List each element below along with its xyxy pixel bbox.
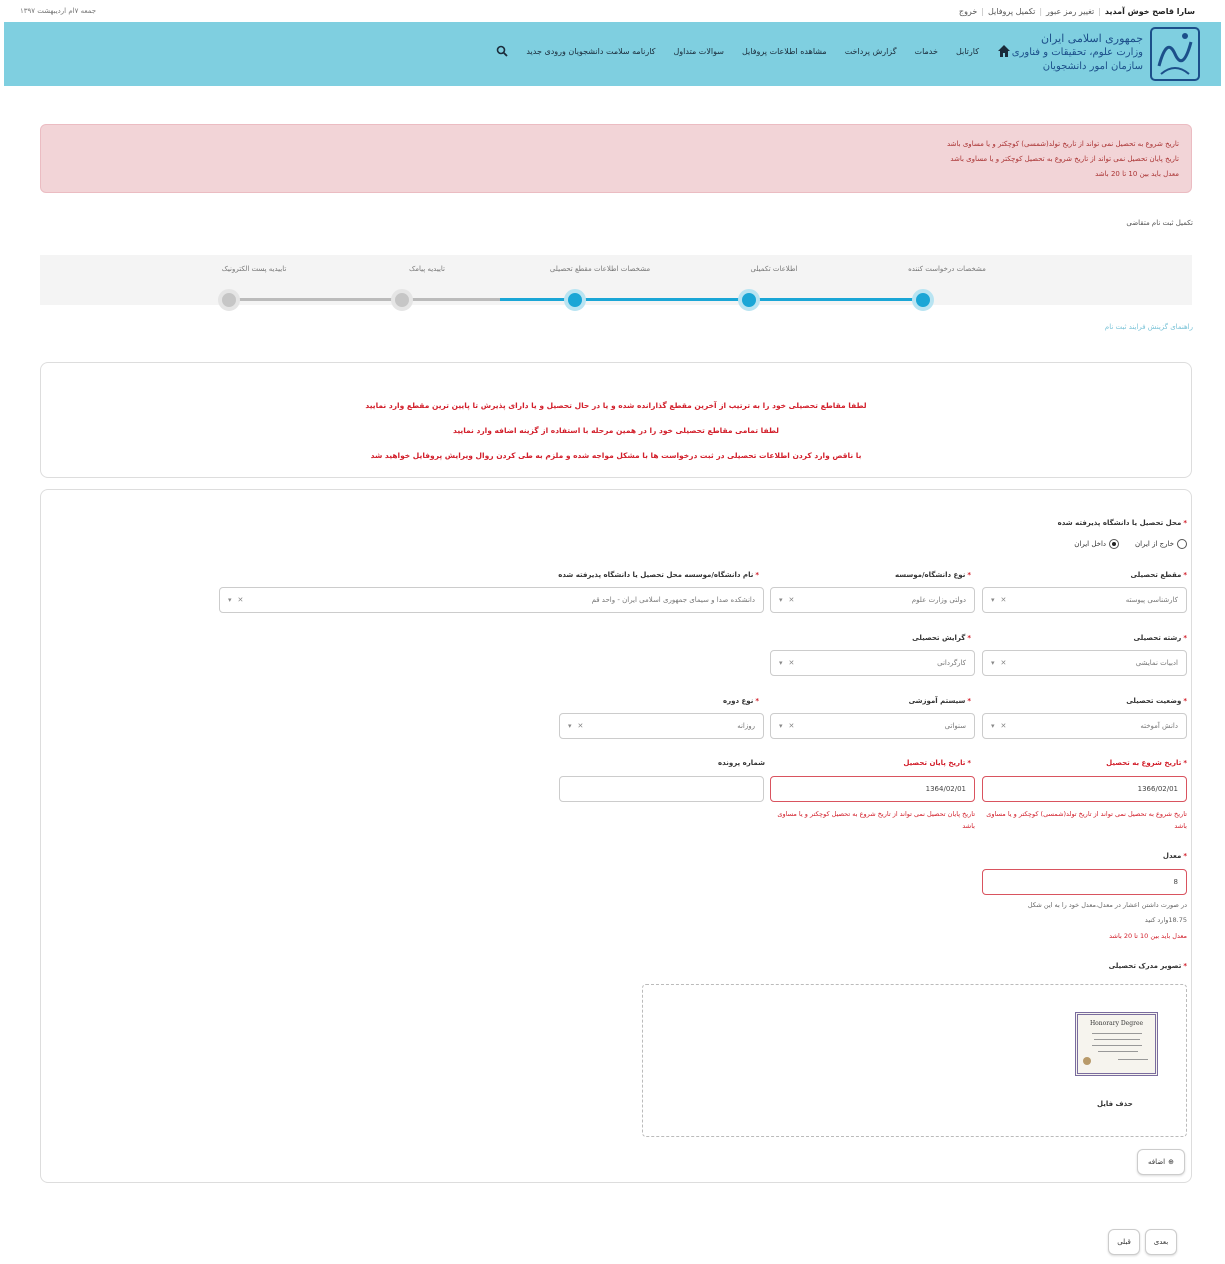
gpa-input[interactable]: 8 <box>982 869 1187 895</box>
radio-abroad[interactable]: خارج از ایران <box>1135 539 1187 549</box>
clear-icon: ✕ <box>577 722 584 730</box>
doc-image-label: *تصویر مدرک تحصیلی <box>1108 962 1187 970</box>
step-indicator-done <box>738 289 760 311</box>
clear-icon: ✕ <box>788 596 795 604</box>
dropdown-arrow-icon: ▾ <box>568 722 572 730</box>
nav-item-cartable[interactable]: کارتابل <box>956 47 979 56</box>
add-button[interactable]: ⊕ اضافه <box>1137 1149 1185 1175</box>
main-nav: کارتابل خدمات گزارش پرداخت مشاهده اطلاعا… <box>496 44 1011 58</box>
file-number-label: شماره پرونده <box>718 759 765 767</box>
end-date-input[interactable]: 1364/02/01 <box>770 776 975 802</box>
nav-item-faq[interactable]: سوالات متداول <box>673 47 724 56</box>
clear-icon: ✕ <box>1000 596 1007 604</box>
seal-icon <box>1083 1057 1091 1065</box>
degree-label: *مقطع تحصیلی <box>1130 571 1187 579</box>
dropdown-arrow-icon: ▾ <box>779 659 783 667</box>
step-label: مشخصات اطلاعات مقطع تحصیلی <box>549 265 651 273</box>
header: جمهوری اسلامی ایران وزارت علوم، تحقیقات … <box>4 22 1221 86</box>
page-title: تکمیل ثبت نام متقاضی <box>1126 219 1193 227</box>
alert-line: تاریخ پایان تحصیل نمی تواند از تاریخ شرو… <box>950 155 1179 163</box>
uni-type-label: *نوع دانشگاه/موسسه <box>894 571 971 579</box>
uploaded-certificate-thumbnail: Honorary Degree <box>1075 1012 1158 1076</box>
step-label: تاییدیه پیامک <box>409 265 445 273</box>
uni-type-select[interactable]: دولتی وزارت علوم ▾ ✕ <box>770 587 975 613</box>
system-select[interactable]: سنواتی ▾ ✕ <box>770 713 975 739</box>
nav-item-health-report[interactable]: کارنامه سلامت دانشجویان ورودی جدید <box>526 47 655 56</box>
dropdown-arrow-icon: ▾ <box>779 596 783 604</box>
complete-profile-link[interactable]: تکمیل پروفایل <box>988 7 1035 16</box>
instruction-line: لطفا تمامی مقاطع تحصیلی خود را در همین م… <box>453 426 779 435</box>
step-label: مشخصات درخواست کننده <box>908 265 986 273</box>
previous-button[interactable]: قبلی <box>1108 1229 1140 1255</box>
course-select[interactable]: روزانه ▾ ✕ <box>559 713 764 739</box>
dropdown-arrow-icon: ▾ <box>991 722 995 730</box>
step-indicator-done <box>912 289 934 311</box>
gpa-label: *معدل <box>1162 852 1187 860</box>
gpa-help: در صورت داشتن اعشار در معدل،معدل خود را … <box>1027 901 1187 924</box>
clear-icon: ✕ <box>788 659 795 667</box>
status-select[interactable]: دانش آموخته ▾ ✕ <box>982 713 1187 739</box>
dropdown-arrow-icon: ▾ <box>991 659 995 667</box>
organization-name: جمهوری اسلامی ایران وزارت علوم، تحقیقات … <box>1011 32 1143 72</box>
top-bar: سارا قاصح خوش آمدید | تغییر رمز عبور | ت… <box>0 0 1225 22</box>
instruction-line: با ناقص وارد کردن اطلاعات تحصیلی در ثبت … <box>370 451 862 460</box>
course-label: *نوع دوره <box>722 697 759 705</box>
next-button[interactable]: بعدی <box>1145 1229 1177 1255</box>
uni-name-select[interactable]: دانشکده صدا و سیمای جمهوری اسلامی ایران … <box>219 587 764 613</box>
nav-item-view-profile[interactable]: مشاهده اطلاعات پروفایل <box>742 47 827 56</box>
branch-select[interactable]: کارگردانی ▾ ✕ <box>770 650 975 676</box>
step-indicator-done <box>564 289 586 311</box>
system-label: *سیستم آموزشی <box>908 697 971 705</box>
field-select[interactable]: ادبیات نمایشی ▾ ✕ <box>982 650 1187 676</box>
end-date-error: تاریخ پایان تحصیل نمی تواند از تاریخ شرو… <box>777 810 975 830</box>
location-radio-group: خارج از ایران داخل ایران <box>1074 539 1187 549</box>
step-label: تاییدیه پست الکترونیک <box>221 265 287 273</box>
nav-item-payment-report[interactable]: گزارش پرداخت <box>845 47 897 56</box>
instructions-box: لطفا مقاطع تحصیلی خود را به ترتیب از آخر… <box>40 362 1192 478</box>
radio-iran[interactable]: داخل ایران <box>1074 539 1120 549</box>
clear-icon: ✕ <box>1000 659 1007 667</box>
user-links: سارا قاصح خوش آمدید | تغییر رمز عبور | ت… <box>958 6 1195 16</box>
clear-icon: ✕ <box>237 596 244 604</box>
uni-name-label: *نام دانشگاه/موسسه محل تحصیل یا دانشگاه … <box>558 571 759 579</box>
stepper-track-todo <box>229 298 500 301</box>
error-alert: تاریخ شروع به تحصیل نمی تواند از تاریخ ت… <box>40 124 1192 193</box>
logout-link[interactable]: خروج <box>959 7 977 16</box>
step-indicator-pending <box>391 289 413 311</box>
step-indicator-pending <box>218 289 240 311</box>
gpa-error: معدل باید بین 10 تا 20 باشد <box>1109 932 1187 940</box>
current-date: جمعه ۷ام اردیبهشت ۱۳۹۷ <box>20 7 97 15</box>
change-password-link[interactable]: تغییر رمز عبور <box>1046 7 1094 16</box>
alert-line: معدل باید بین 10 تا 20 باشد <box>1095 170 1179 178</box>
alert-line: تاریخ شروع به تحصیل نمی تواند از تاریخ ت… <box>946 140 1179 148</box>
registration-guide-link[interactable]: راهنمای گزینش فرایند ثبت نام <box>1105 323 1193 331</box>
home-icon[interactable] <box>997 44 1011 58</box>
plus-circle-icon: ⊕ <box>1168 1158 1174 1166</box>
step-label: اطلاعات تکمیلی <box>750 265 798 273</box>
start-date-input[interactable]: 1366/02/01 <box>982 776 1187 802</box>
welcome-text: سارا قاصح خوش آمدید <box>1104 6 1195 16</box>
dropdown-arrow-icon: ▾ <box>228 596 232 604</box>
organization-logo-icon <box>1150 27 1200 81</box>
status-label: *وضعیت تحصیلی <box>1126 697 1187 705</box>
instruction-line: لطفا مقاطع تحصیلی خود را به ترتیب از آخر… <box>365 401 867 410</box>
dropdown-arrow-icon: ▾ <box>991 596 995 604</box>
clear-icon: ✕ <box>1000 722 1007 730</box>
start-date-label: *تاریخ شروع به تحصیل <box>1106 759 1187 767</box>
file-number-input[interactable] <box>559 776 764 802</box>
nav-item-services[interactable]: خدمات <box>915 47 938 56</box>
start-date-error: تاریخ شروع به تحصیل نمی تواند از تاریخ ت… <box>986 810 1187 830</box>
dropdown-arrow-icon: ▾ <box>779 722 783 730</box>
location-label: *محل تحصیل یا دانشگاه پذیرفته شده <box>1057 519 1187 527</box>
field-label: *رشته تحصیلی <box>1133 634 1188 642</box>
search-icon[interactable] <box>496 45 508 57</box>
branch-label: *گرایش تحصیلی <box>912 634 971 642</box>
clear-icon: ✕ <box>788 722 795 730</box>
end-date-label: *تاریخ پایان تحصیل <box>903 759 971 767</box>
degree-select[interactable]: کارشناسی پیوسته ▾ ✕ <box>982 587 1187 613</box>
delete-file-link[interactable]: حذف فایل <box>1097 1100 1133 1108</box>
